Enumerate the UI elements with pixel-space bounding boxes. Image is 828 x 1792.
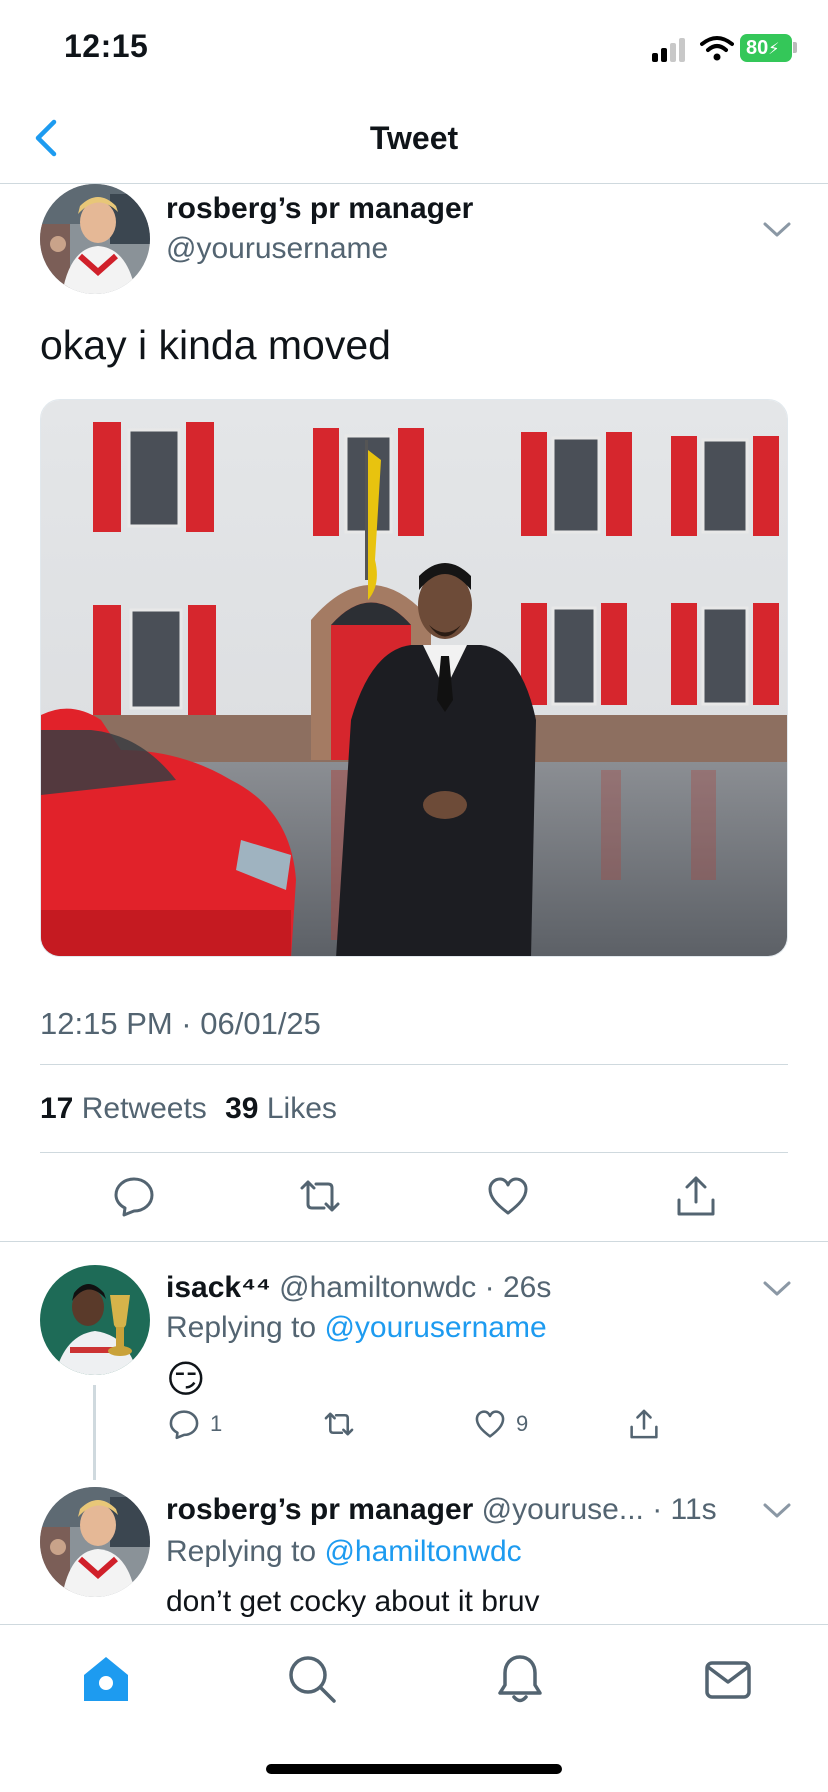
chevron-down-icon[interactable] [762,220,792,240]
tweet-actions [0,1174,828,1244]
likes-count: 39 [225,1092,259,1125]
reply-icon[interactable] [112,1174,156,1218]
avatar[interactable] [40,184,150,294]
avatar[interactable] [40,1487,150,1597]
reply-time: · 11s [652,1493,717,1526]
chevron-down-icon[interactable] [762,1279,792,1299]
reply-author-handle[interactable]: @hamiltonwdc [279,1271,476,1304]
retweets-count: 17 [40,1092,74,1125]
home-indicator[interactable] [266,1764,562,1774]
status-time: 12:15 [64,28,149,64]
battery-level: 80 [746,37,769,59]
reply-author-handle[interactable]: @youruse... [482,1493,644,1526]
thread-connector-line [93,1385,96,1480]
replying-to-link[interactable]: @yourusername [324,1311,546,1344]
charging-bolt-icon: ⚡ [768,41,780,58]
retweet-icon [324,1412,354,1436]
share-action[interactable] [628,1408,660,1440]
replying-to-line: Replying to @yourusername [166,1311,547,1345]
reply-action[interactable]: 1 [168,1408,222,1440]
likes-label: Likes [266,1092,337,1125]
reply-count: 1 [210,1411,223,1436]
likes-stat[interactable]: 39 Likes [225,1092,337,1125]
section-separator [0,1241,828,1242]
share-icon[interactable] [674,1174,718,1218]
battery-indicator: 80⚡ [740,34,792,62]
cellular-signal-icon [652,38,690,62]
author-display-name[interactable]: rosberg’s pr manager [166,192,473,226]
avatar[interactable] [40,1265,150,1375]
reply-text: 😏 [166,1359,206,1401]
replying-to-prefix: Replying to [166,1311,317,1344]
top-nav-bar: Tweet [0,96,828,184]
like-heart-icon[interactable] [486,1174,530,1218]
tweet-text: okay i kinda moved [40,322,391,368]
tweet-photo[interactable] [40,399,788,957]
author-handle[interactable]: @yourusername [166,232,388,266]
notifications-bell-icon[interactable] [494,1653,546,1705]
wifi-icon [700,36,734,61]
status-bar: 12:15 80⚡ [0,0,828,96]
home-icon[interactable] [80,1653,132,1705]
share-icon [630,1409,658,1439]
tweet-stats: 17 Retweets 39 Likes [40,1092,337,1126]
reply-author-name[interactable]: rosberg’s pr manager [166,1493,473,1526]
tweet-timestamp: 12:15 PM · 06/01/25 [40,1006,321,1041]
chevron-down-icon[interactable] [762,1501,792,1521]
retweets-label: Retweets [81,1092,207,1125]
divider [40,1064,788,1065]
battery-cap [793,42,797,53]
retweet-icon[interactable] [298,1174,342,1218]
search-icon[interactable] [286,1653,338,1705]
reply-author-name[interactable]: isack⁴⁴ [166,1271,271,1304]
replying-to-link[interactable]: @hamiltonwdc [324,1535,521,1568]
like-action[interactable]: 9 [474,1408,528,1440]
replying-to-prefix: Replying to [166,1535,317,1568]
reply-icon [169,1410,199,1440]
reply-text: don’t get cocky about it bruv [166,1585,540,1618]
messages-envelope-icon[interactable] [702,1653,754,1705]
reply-time: · 26s [484,1271,552,1304]
divider [40,1152,788,1153]
like-heart-icon [475,1410,505,1438]
retweets-stat[interactable]: 17 Retweets [40,1092,207,1125]
like-count: 9 [516,1411,529,1436]
replying-to-line: Replying to @hamiltonwdc [166,1535,522,1569]
retweet-action[interactable] [322,1408,356,1440]
page-title: Tweet [369,120,459,156]
